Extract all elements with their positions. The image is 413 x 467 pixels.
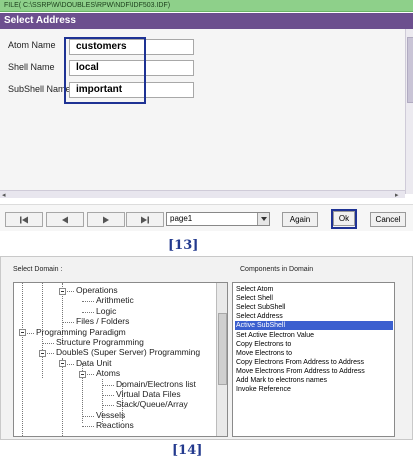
previous-page-button[interactable] (46, 212, 84, 227)
tree-branch-line (82, 301, 94, 303)
previous-icon (62, 216, 68, 223)
collapse-icon[interactable] (39, 349, 46, 357)
dialog-title: Select Address (0, 13, 413, 29)
scroll-left-arrow-icon[interactable]: ◂ (2, 191, 6, 199)
collapse-icon[interactable] (79, 370, 86, 378)
tree-guide-line (22, 283, 23, 436)
tree-branch-line (82, 415, 94, 417)
again-button[interactable]: Again (282, 212, 318, 227)
tree-node[interactable]: Operations (76, 285, 118, 295)
component-item[interactable]: Select Address (235, 312, 393, 321)
components-list[interactable]: Select Atom Select Shell Select SubShell Se… (232, 282, 395, 437)
component-item[interactable]: Move Electrons From Address to Address (235, 367, 393, 376)
tree-guide-line (62, 358, 63, 436)
tree-branch-line (62, 322, 74, 324)
last-page-button[interactable] (126, 212, 164, 227)
component-item[interactable]: Invoke Reference (235, 385, 393, 394)
tree-branch-line (42, 343, 54, 344)
next-page-button[interactable] (87, 212, 125, 227)
tree-node[interactable]: Data Unit (76, 358, 111, 368)
component-item[interactable]: Active SubShell (235, 321, 393, 331)
tree-node[interactable]: Domain/Electrons list (116, 379, 196, 389)
page-select[interactable]: page1 (166, 212, 270, 226)
atom-name-label: Atom Name (8, 40, 56, 50)
page-select-value: page1 (170, 214, 193, 223)
tree-node[interactable]: Stack/Queue/Array (116, 399, 188, 409)
file-path-bar: FILE( C:\SSRP\W\DOUBLES\RPW\NDF\IDF503.I… (0, 0, 413, 12)
component-item[interactable]: Move Electrons to (235, 349, 393, 358)
tree-node[interactable]: Structure Programming (56, 337, 144, 347)
tree-branch-line (102, 384, 114, 386)
chevron-down-icon[interactable] (257, 213, 269, 225)
component-item[interactable]: Select Atom (235, 285, 393, 294)
tree-scrollbar[interactable] (216, 283, 227, 436)
collapse-icon[interactable] (19, 329, 26, 337)
tree-branch-line (102, 395, 114, 396)
shell-name-label: Shell Name (8, 62, 55, 72)
cancel-button[interactable]: Cancel (370, 212, 406, 227)
next-icon (103, 216, 109, 223)
component-item[interactable]: Copy Electrons From Address to Address (235, 358, 393, 367)
components-label: Components in Domain (240, 266, 314, 273)
tree-node[interactable]: Virtual Data Files (116, 389, 181, 399)
component-item[interactable]: Set Active Electron Value (235, 331, 393, 340)
domain-tree[interactable]: Operations Arithmetic Logic Files / Folders… (13, 282, 228, 437)
tree-node[interactable]: Programming Paradigm (36, 327, 126, 337)
caption-13: [13] (168, 238, 199, 253)
scroll-right-arrow-icon[interactable]: ▸ (395, 191, 399, 199)
tree-node[interactable]: Reactions (96, 420, 134, 430)
tree-scroll-thumb[interactable] (218, 313, 227, 385)
vertical-scrollbar[interactable] (405, 29, 413, 194)
collapse-icon[interactable] (59, 360, 66, 368)
ok-highlight-box (331, 209, 357, 229)
first-page-button[interactable] (5, 212, 43, 227)
select-address-dialog: FILE( C:\SSRP\W\DOUBLES\RPW\NDF\IDF503.I… (0, 0, 413, 236)
collapse-icon[interactable] (59, 287, 66, 295)
scroll-thumb[interactable] (407, 37, 413, 103)
caption-14: [14] (172, 443, 203, 458)
component-item[interactable]: Add Mark to electrons names (235, 376, 393, 385)
first-page-icon (20, 216, 28, 223)
tree-branch-line (82, 311, 94, 313)
subshell-name-label: SubShell Name (8, 84, 71, 94)
tree-branch-line (82, 426, 94, 428)
tree-branch-line (102, 405, 114, 407)
tree-node[interactable]: Atoms (96, 368, 120, 378)
tree-node[interactable]: DoubleS (Super Server) Programming (56, 347, 200, 357)
form-area (0, 29, 405, 194)
highlight-box (64, 37, 146, 104)
tree-node[interactable]: Vessels (96, 410, 125, 420)
tree-node[interactable]: Files / Folders (76, 316, 129, 326)
tree-node[interactable]: Arithmetic (96, 295, 134, 305)
horizontal-scrollbar[interactable]: ◂ ▸ (0, 190, 405, 199)
tree-node[interactable]: Logic (96, 306, 116, 316)
component-item[interactable]: Select SubShell (235, 303, 393, 312)
component-item[interactable]: Copy Electrons to (235, 340, 393, 349)
last-page-icon (141, 216, 149, 223)
select-domain-label: Select Domain : (13, 266, 63, 273)
component-item[interactable]: Select Shell (235, 294, 393, 303)
